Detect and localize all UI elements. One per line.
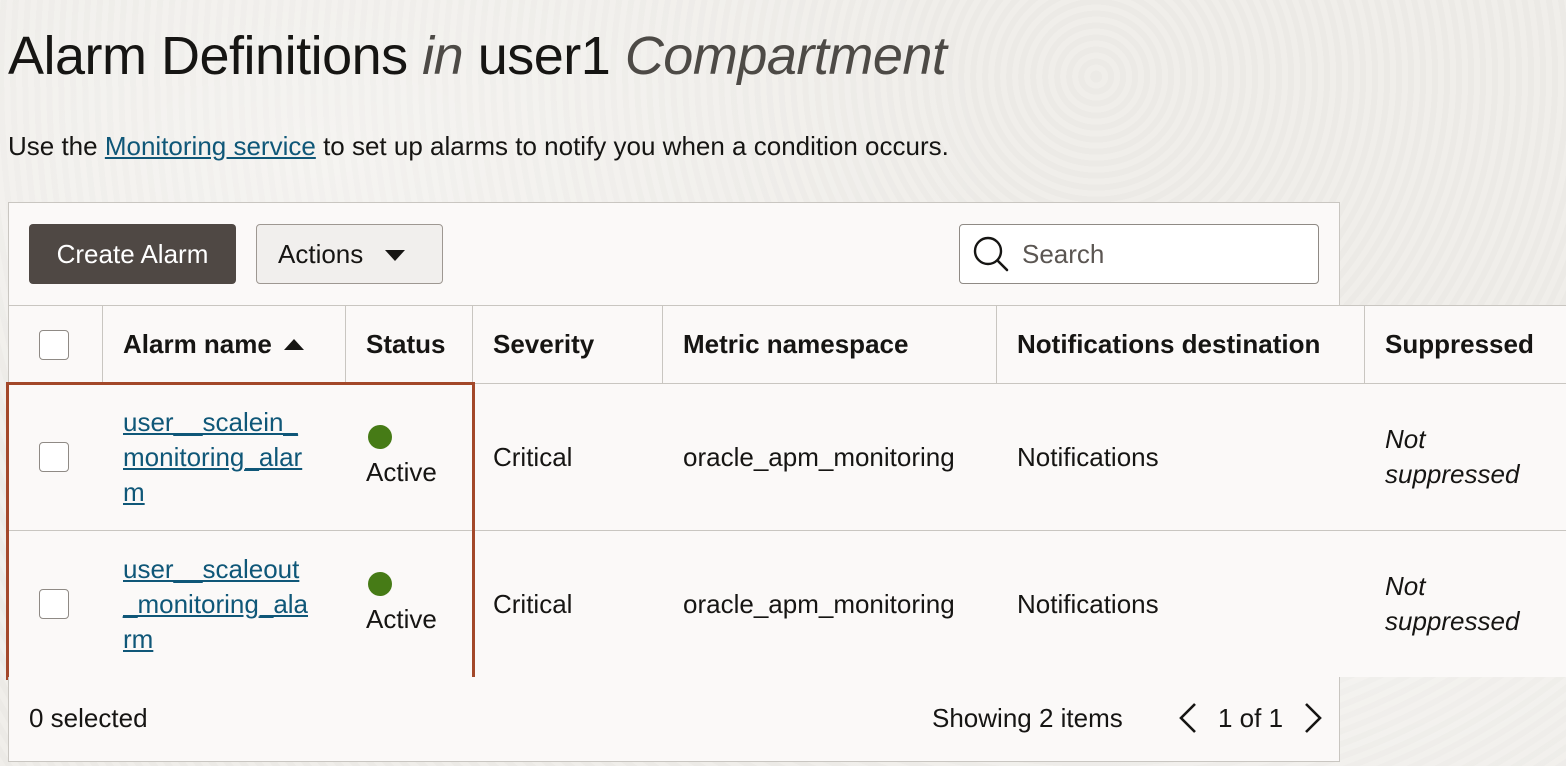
column-header-metric-namespace[interactable]: Metric namespace — [663, 306, 997, 384]
column-header-alarm-name[interactable]: Alarm name — [103, 306, 346, 384]
title-main: Alarm Definitions — [8, 26, 408, 86]
table-row: user__scalein_ monitoring_alar m Active … — [9, 384, 1566, 531]
alarm-name-link[interactable]: user__scaleout _monitoring_ala rm — [123, 552, 323, 657]
namespace-cell: oracle_apm_monitoring — [683, 384, 955, 530]
destination-cell: Notifications — [1017, 531, 1159, 677]
status-text: Active — [366, 456, 437, 487]
status-cell: Active — [366, 531, 437, 677]
namespace-text: oracle_apm_monitoring — [683, 588, 955, 619]
chevron-left-icon — [1179, 703, 1196, 733]
next-page-button[interactable] — [1297, 700, 1329, 736]
row-select-cell — [39, 384, 69, 530]
chevron-right-icon — [1305, 703, 1322, 733]
status-text: Active — [366, 603, 437, 634]
create-alarm-label: Create Alarm — [56, 238, 209, 269]
column-label: Status — [366, 329, 446, 359]
alarms-table: Alarm name Status Severity Metric namesp… — [8, 305, 1566, 677]
row-checkbox[interactable] — [39, 589, 69, 619]
desc-prefix: Use the — [8, 131, 98, 161]
column-label: Notifications destination — [1017, 329, 1321, 359]
page-indicator: 1 of 1 — [1218, 702, 1284, 733]
row-checkbox[interactable] — [39, 442, 69, 472]
severity-cell: Critical — [493, 531, 572, 677]
namespace-text: oracle_apm_monitoring — [683, 441, 955, 472]
destination-text: Notifications — [1017, 588, 1159, 619]
severity-text: Critical — [493, 588, 573, 619]
namespace-cell: oracle_apm_monitoring — [683, 531, 955, 677]
page-title: Alarm Definitions in user1 Compartment — [8, 24, 947, 88]
status-active-icon — [368, 571, 392, 596]
destination-text: Notifications — [1017, 441, 1159, 472]
alarm-name-line: user__scalein_ — [123, 406, 298, 437]
actions-menu-button[interactable]: Actions — [256, 224, 443, 284]
suppressed-text: Not — [1385, 424, 1426, 454]
alarm-name-line: monitoring_alar — [123, 441, 303, 472]
alarm-name-line: user__scaleout — [123, 553, 300, 584]
alarm-name-link[interactable]: user__scalein_ monitoring_alar m — [123, 405, 323, 510]
status-cell: Active — [366, 384, 437, 530]
suppressed-cell: Not suppressed — [1385, 384, 1519, 530]
alarm-name-line: rm — [123, 623, 154, 654]
select-all-checkbox[interactable] — [39, 329, 69, 360]
column-header-notifications-destination[interactable]: Notifications destination — [997, 306, 1365, 384]
column-label: Severity — [493, 329, 595, 359]
suppressed-cell: Not suppressed — [1385, 531, 1519, 677]
column-header-severity[interactable]: Severity — [473, 306, 663, 384]
alarm-name-cell: user__scaleout _monitoring_ala rm — [123, 531, 323, 677]
pagination: 1 of 1 — [1172, 700, 1329, 736]
alarm-name-cell: user__scalein_ monitoring_alar m — [123, 384, 323, 530]
selected-count: 0 selected — [29, 703, 148, 733]
suppressed-text: suppressed — [1385, 606, 1520, 636]
severity-text: Critical — [493, 441, 573, 472]
alarm-name-line: _monitoring_ala — [123, 588, 309, 619]
search-input[interactable] — [1020, 237, 1304, 271]
suppressed-text: suppressed — [1385, 459, 1520, 489]
title-in: in — [422, 26, 464, 86]
previous-page-button[interactable] — [1172, 700, 1204, 736]
alarm-name-line: m — [123, 476, 145, 507]
chevron-down-icon — [385, 249, 406, 261]
search-field[interactable] — [959, 224, 1319, 284]
table-footer — [8, 677, 1340, 762]
title-compartment: user1 — [477, 26, 611, 86]
table-row: user__scaleout _monitoring_ala rm Active… — [9, 531, 1566, 677]
title-suffix: Compartment — [624, 26, 947, 86]
actions-label: Actions — [278, 238, 364, 269]
sort-ascending-icon — [283, 339, 304, 350]
destination-cell: Notifications — [1017, 384, 1159, 530]
column-header-status[interactable]: Status — [346, 306, 473, 384]
desc-suffix: to set up alarms to notify you when a co… — [323, 131, 949, 161]
severity-cell: Critical — [493, 384, 572, 530]
status-active-icon — [368, 424, 392, 449]
column-header-suppressed[interactable]: Suppressed — [1365, 306, 1566, 384]
page-description: Use the Monitoring service to set up ala… — [8, 130, 949, 162]
items-count: Showing 2 items — [932, 703, 1123, 733]
column-label: Metric namespace — [683, 329, 909, 359]
create-alarm-button[interactable]: Create Alarm — [29, 224, 236, 284]
select-all-header — [9, 306, 103, 384]
search-icon — [973, 236, 1009, 272]
row-select-cell — [39, 531, 69, 677]
monitoring-service-link[interactable]: Monitoring service — [105, 131, 316, 161]
column-label: Suppressed — [1385, 329, 1534, 359]
column-label: Alarm name — [123, 329, 272, 359]
suppressed-text: Not — [1385, 571, 1426, 601]
